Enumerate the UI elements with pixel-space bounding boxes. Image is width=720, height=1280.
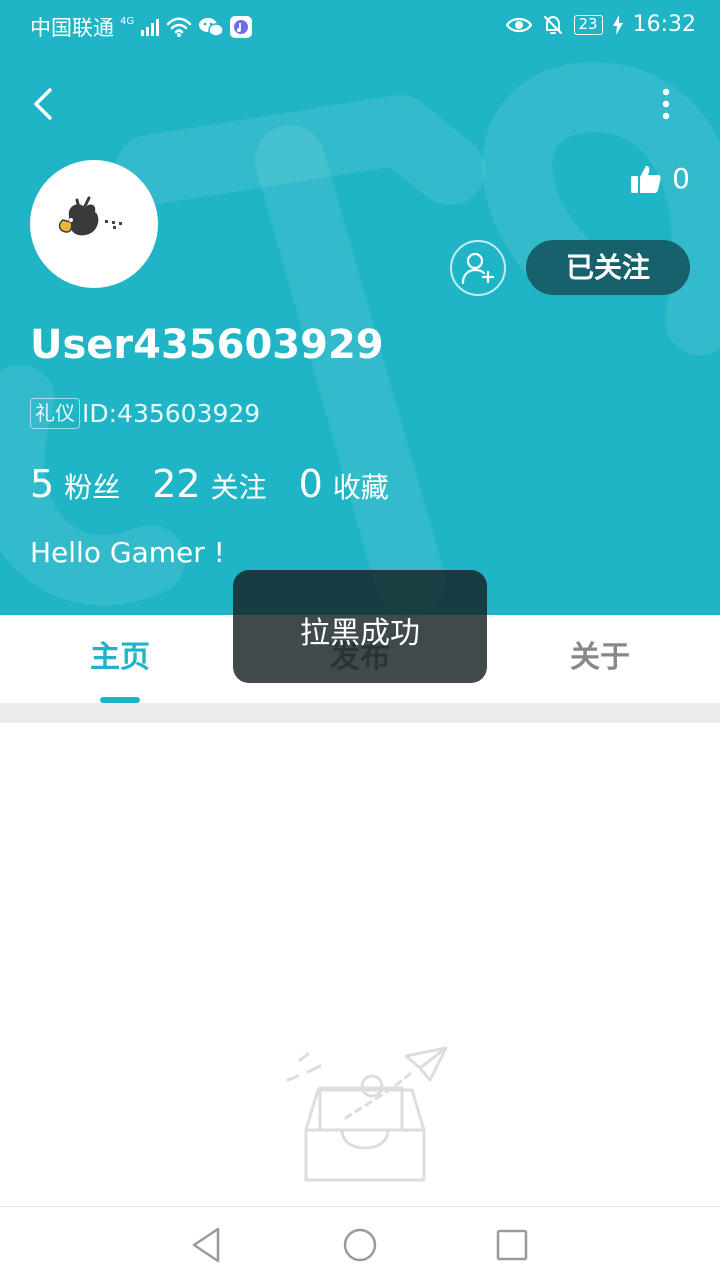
- profile-stats: 5 粉丝 22 关注 0 收藏: [30, 462, 421, 506]
- more-options-button[interactable]: [652, 84, 680, 124]
- nav-recents-icon: [496, 1229, 528, 1261]
- battery-indicator: 23: [573, 14, 603, 35]
- charging-icon: [612, 14, 623, 35]
- clock: 16:32: [632, 12, 696, 37]
- add-friend-button[interactable]: [450, 240, 506, 296]
- nav-back-icon: [192, 1227, 220, 1263]
- bird-avatar-image: [58, 196, 122, 236]
- user-id: ID:435603929: [82, 399, 261, 428]
- network-type: 4G: [120, 15, 135, 27]
- music-app-icon: [230, 16, 253, 38]
- section-divider: [0, 703, 720, 723]
- nav-back-button[interactable]: [186, 1225, 226, 1265]
- username: User435603929: [30, 322, 384, 368]
- like-count: 0: [672, 162, 690, 195]
- nav-home-icon: [343, 1228, 377, 1262]
- tab-about[interactable]: 关于: [480, 615, 720, 703]
- add-user-icon: [461, 252, 495, 285]
- stat-value: 0: [298, 462, 323, 506]
- follow-button[interactable]: 已关注: [526, 240, 690, 295]
- empty-inbox-icon: [286, 1046, 448, 1182]
- stat-label: 收藏: [332, 471, 389, 504]
- tab-home[interactable]: 主页: [0, 615, 240, 703]
- id-tag-badge: 礼仪: [30, 398, 80, 429]
- mute-bell-icon: [543, 15, 562, 34]
- signal-icon: [141, 19, 160, 36]
- stat-value: 22: [152, 462, 201, 506]
- carrier-label: 中国联通: [30, 16, 114, 40]
- nav-recents-button[interactable]: [492, 1225, 532, 1265]
- stat-favorites[interactable]: 0 收藏: [299, 462, 389, 506]
- profile-header: [0, 0, 720, 615]
- nav-home-button[interactable]: [340, 1225, 380, 1265]
- back-arrow-icon: [34, 88, 52, 120]
- wifi-icon: [166, 17, 192, 37]
- stat-label: 粉丝: [64, 471, 121, 504]
- stat-value: 5: [30, 462, 55, 506]
- watermark-logo: [0, 62, 720, 615]
- like-button[interactable]: 0: [630, 162, 690, 195]
- avatar[interactable]: [30, 160, 158, 288]
- user-bio: Hello Gamer !: [30, 536, 225, 569]
- user-id-row: 礼仪 ID:435603929: [30, 398, 260, 429]
- eye-icon: [505, 17, 532, 32]
- system-nav-bar: [0, 1206, 720, 1280]
- status-bar: 中国联通 4G 23 16:32: [0, 0, 720, 50]
- more-vertical-icon: [662, 88, 670, 120]
- stat-fans[interactable]: 5 粉丝: [30, 462, 120, 506]
- stat-following[interactable]: 22 关注: [152, 462, 266, 506]
- stat-label: 关注: [210, 471, 267, 504]
- back-button[interactable]: [28, 84, 62, 124]
- thumbs-up-icon: [631, 165, 661, 193]
- wechat-icon: [199, 18, 224, 37]
- toast-message: 拉黑成功: [233, 570, 487, 683]
